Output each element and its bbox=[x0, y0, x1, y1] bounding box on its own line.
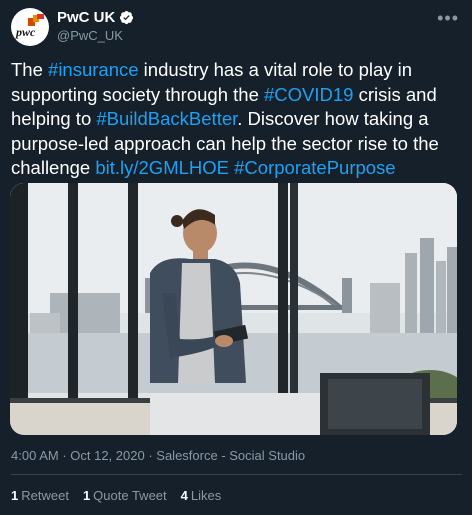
tweet-link[interactable]: #BuildBackBetter bbox=[96, 108, 237, 129]
retweets-stat[interactable]: 1 Retweet bbox=[11, 488, 69, 503]
quote-tweets-label: Quote Tweet bbox=[93, 488, 167, 503]
tweet-link[interactable]: bit.ly/2GMLHOE bbox=[95, 157, 229, 178]
more-options-icon[interactable]: ••• bbox=[437, 8, 459, 29]
meta-separator: · bbox=[144, 448, 157, 463]
retweets-count: 1 bbox=[11, 488, 19, 503]
tweet-source[interactable]: Salesforce - Social Studio bbox=[156, 448, 305, 463]
display-name[interactable]: PwC UK bbox=[57, 9, 115, 26]
tweet-card[interactable]: pwc PwC UK @PwC_UK ••• The #insurance in… bbox=[0, 0, 472, 515]
tweet-link[interactable]: #COVID19 bbox=[264, 84, 353, 105]
likes-count: 4 bbox=[180, 488, 188, 503]
tweet-text-segment: The bbox=[11, 59, 49, 80]
tweet-link[interactable]: #CorporatePurpose bbox=[234, 157, 395, 178]
tweet-text: The #insurance industry has a vital role… bbox=[11, 58, 463, 181]
tweet-link[interactable]: #insurance bbox=[48, 59, 139, 80]
likes-stat[interactable]: 4 Likes bbox=[181, 488, 222, 503]
tweet-stats: 1 Retweet 1 Quote Tweet 4 Likes bbox=[11, 488, 221, 503]
handle[interactable]: @PwC_UK bbox=[57, 28, 123, 43]
verified-badge-icon bbox=[120, 10, 134, 25]
likes-label: Likes bbox=[190, 488, 222, 503]
tweet-media[interactable] bbox=[10, 183, 457, 435]
tweet-date[interactable]: Oct 12, 2020 bbox=[70, 448, 144, 463]
tweet-time[interactable]: 4:00 AM bbox=[11, 448, 59, 463]
avatar[interactable]: pwc bbox=[11, 8, 49, 46]
tweet-meta: 4:00 AM · Oct 12, 2020 · Salesforce - So… bbox=[11, 448, 305, 463]
quote-tweets-stat[interactable]: 1 Quote Tweet bbox=[83, 488, 167, 503]
quote-tweets-count: 1 bbox=[82, 488, 91, 503]
office-photo-image bbox=[10, 183, 457, 435]
divider bbox=[11, 474, 462, 475]
meta-separator: · bbox=[58, 448, 71, 463]
retweets-label: Retweet bbox=[21, 488, 69, 503]
avatar-logo-text: pwc bbox=[16, 25, 36, 39]
